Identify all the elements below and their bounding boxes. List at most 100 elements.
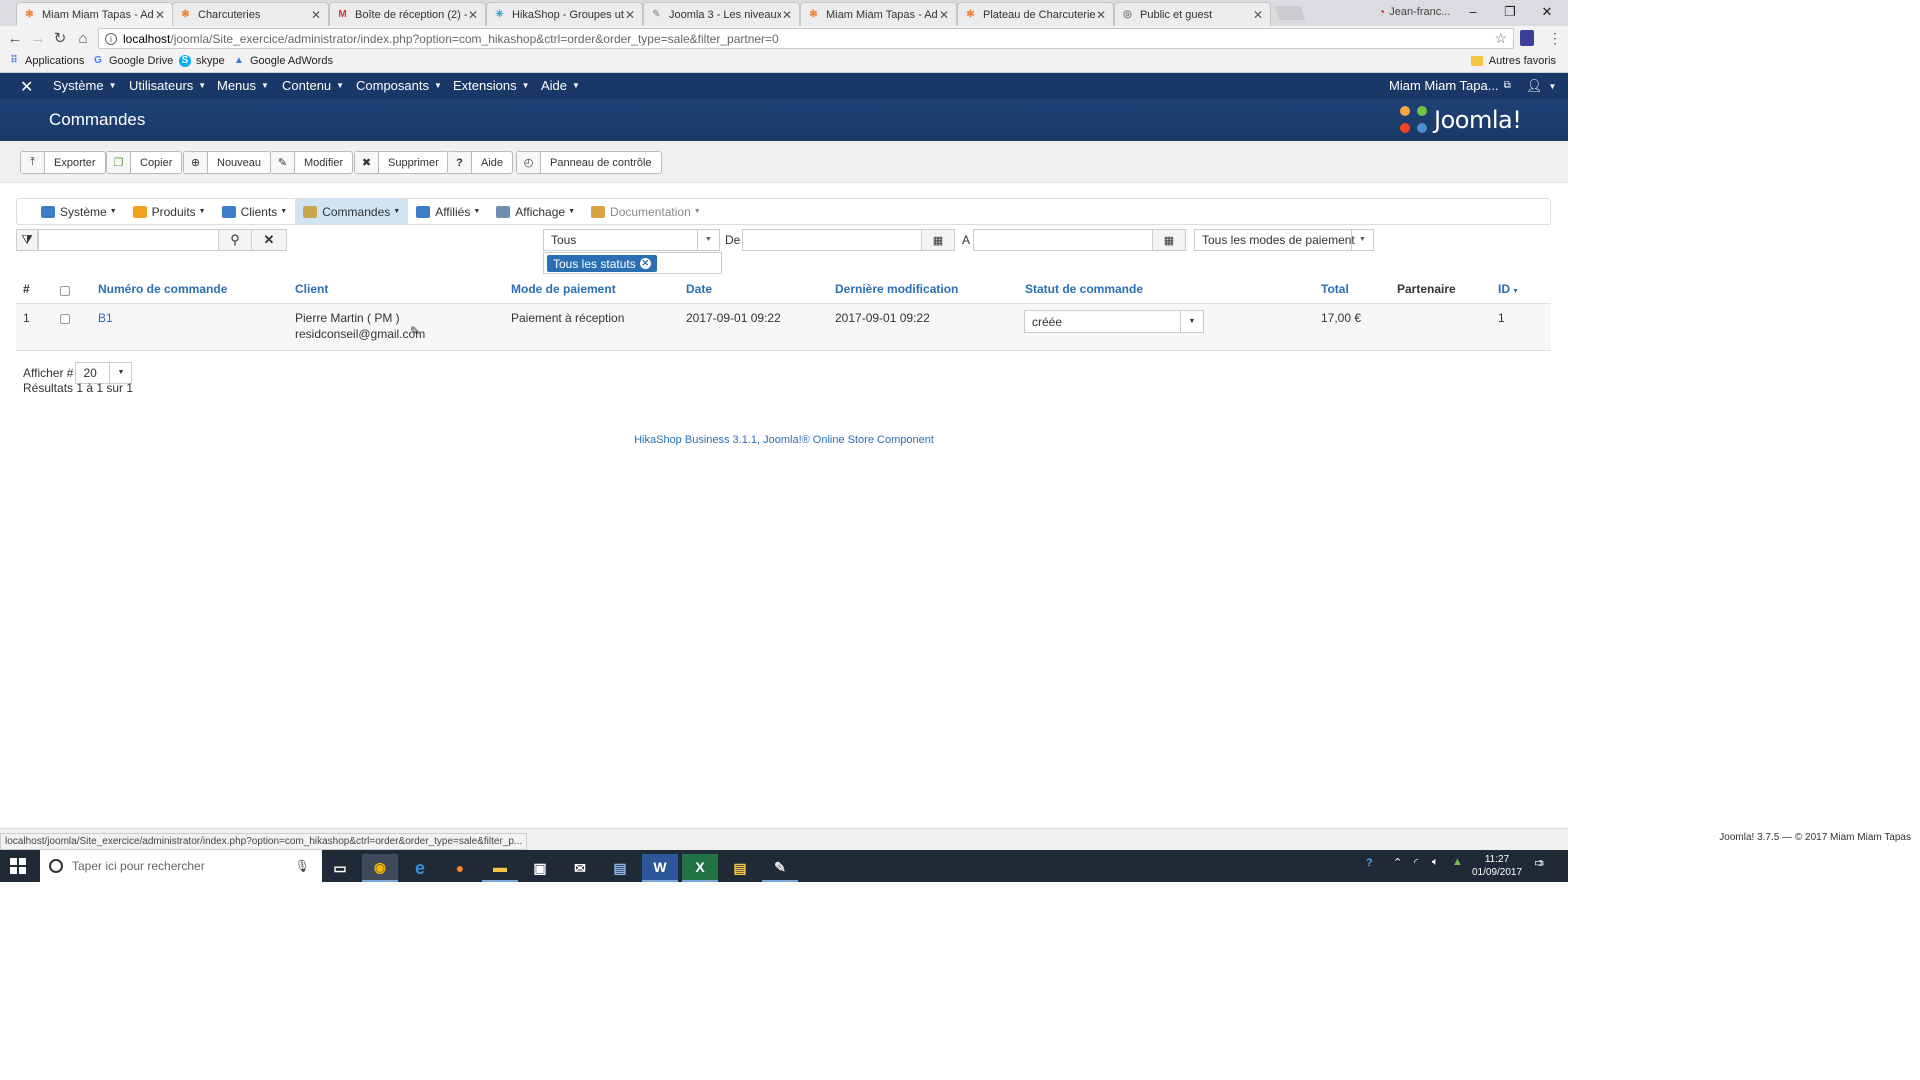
close-tab-icon[interactable]: ✕: [781, 8, 793, 22]
close-tab-icon[interactable]: ✕: [624, 8, 636, 22]
new-tab-button[interactable]: [1274, 6, 1306, 20]
bookmark-skype[interactable]: S skype: [179, 55, 225, 67]
hika-menu-affichage[interactable]: Affichage ▼: [488, 199, 583, 224]
hika-menu-clients[interactable]: Clients ▼: [214, 199, 296, 224]
close-tab-icon[interactable]: ✕: [938, 8, 950, 22]
info-icon[interactable]: i: [105, 32, 117, 45]
calendar-from-button[interactable]: ▦: [921, 229, 955, 251]
order-status-select[interactable]: créée ▼: [1024, 310, 1204, 333]
status-multiselect[interactable]: Tous les statuts ✕: [543, 252, 722, 274]
browser-tab[interactable]: ✳ HikaShop - Groupes utilisateurs ✕: [486, 2, 643, 26]
export-button[interactable]: ⤒ Exporter: [20, 151, 106, 174]
col-header-client[interactable]: Client: [295, 282, 328, 296]
menu-aide[interactable]: Aide ▼: [541, 78, 580, 93]
bookmark-google-drive[interactable]: G Google Drive: [92, 55, 173, 67]
browser-tab[interactable]: M Boîte de réception (2) - jf ✕: [329, 2, 486, 26]
microphone-icon[interactable]: 🎙︎: [295, 859, 310, 873]
hika-menu-documentation[interactable]: Documentation ▼: [583, 199, 709, 224]
word-icon[interactable]: W: [642, 854, 678, 882]
store-icon[interactable]: ▣: [522, 854, 558, 882]
remove-chip-icon[interactable]: ✕: [639, 258, 651, 269]
other-bookmarks[interactable]: Autres favoris: [1470, 55, 1556, 67]
col-header-modified[interactable]: Dernière modification: [835, 282, 958, 296]
forward-icon[interactable]: →: [29, 30, 47, 48]
edit-button[interactable]: ✎ Modifier: [270, 151, 354, 174]
address-bar[interactable]: i localhost/joomla/Site_exercice/adminis…: [98, 28, 1514, 49]
mail-icon[interactable]: ✉: [562, 854, 598, 882]
taskbar-clock[interactable]: 11:27 01/09/2017: [1472, 853, 1522, 879]
network-icon[interactable]: ◜: [1414, 856, 1418, 869]
col-header-order-number[interactable]: Numéro de commande: [98, 282, 227, 296]
windows-start-icon[interactable]: [10, 858, 26, 874]
filter-icon[interactable]: ⧩: [16, 229, 38, 251]
calendar-to-button[interactable]: ▦: [1152, 229, 1186, 251]
menu-extensions[interactable]: Extensions ▼: [453, 78, 530, 93]
browser-tab[interactable]: ✱ Miam Miam Tapas - Administration ✕: [800, 2, 957, 26]
hika-menu-commandes[interactable]: Commandes ▼: [295, 199, 409, 224]
period-select[interactable]: Tous ▼: [543, 229, 720, 251]
select-all-checkbox[interactable]: [60, 286, 70, 296]
help-button[interactable]: ? Aide: [447, 151, 514, 174]
task-view-icon[interactable]: ▭: [322, 854, 358, 882]
taskbar-search[interactable]: Taper ici pour rechercher 🎙︎: [40, 850, 322, 882]
close-tab-icon[interactable]: ✕: [467, 8, 479, 22]
row-checkbox[interactable]: [60, 314, 70, 324]
payment-method-select[interactable]: Tous les modes de paiement ▼: [1194, 229, 1374, 251]
browser-tab[interactable]: ✱ Charcuteries ✕: [172, 2, 329, 26]
search-input[interactable]: [38, 229, 219, 251]
volume-icon[interactable]: 🔈︎: [1432, 856, 1439, 869]
joomla-icon[interactable]: ✕: [20, 77, 33, 97]
notification-icon[interactable]: ▭3: [1534, 856, 1544, 869]
firefox-icon[interactable]: ●: [442, 854, 478, 882]
menu-composants[interactable]: Composants ▼: [356, 78, 442, 93]
browser-tab[interactable]: ✎ Joomla 3 - Les niveaux d'accès ✕: [643, 2, 800, 26]
excel-icon[interactable]: X: [682, 854, 718, 882]
file-manager-icon[interactable]: ▤: [722, 854, 758, 882]
bookmark-star-icon[interactable]: ☆: [1494, 30, 1507, 47]
status-chip[interactable]: Tous les statuts ✕: [547, 255, 657, 272]
hika-menu-affilies[interactable]: Affiliés ▼: [408, 199, 488, 224]
extension-icon[interactable]: [1520, 30, 1534, 46]
edit-client-icon[interactable]: ✎: [410, 324, 420, 338]
bookmark-applications[interactable]: ⠿ Applications: [8, 55, 84, 67]
drive-tray-icon[interactable]: ▲: [1452, 856, 1463, 868]
help-tray-icon[interactable]: ?: [1366, 857, 1373, 869]
browser-menu-icon[interactable]: ⋮: [1548, 30, 1562, 47]
col-header-status[interactable]: Statut de commande: [1025, 282, 1143, 296]
date-to-input[interactable]: [973, 229, 1153, 251]
menu-contenu[interactable]: Contenu ▼: [282, 78, 344, 93]
user-menu[interactable]: 👤︎ ▼: [1526, 78, 1556, 94]
close-tab-icon[interactable]: ✕: [154, 8, 166, 22]
tray-chevron-icon[interactable]: ⌃: [1393, 856, 1402, 869]
menu-utilisateurs[interactable]: Utilisateurs ▼: [129, 78, 206, 93]
col-header-id[interactable]: ID ▼: [1498, 282, 1519, 296]
copy-button[interactable]: ❐ Copier: [106, 151, 183, 174]
back-icon[interactable]: ←: [6, 30, 24, 48]
browser-tab[interactable]: ✱ Miam Miam Tapas - Administration ✕: [16, 2, 173, 26]
dashboard-button[interactable]: ◴ Panneau de contrôle: [516, 151, 662, 174]
browser-tab[interactable]: ✱ Plateau de Charcuterie Sur ✕: [957, 2, 1114, 26]
close-tab-icon[interactable]: ✕: [1095, 8, 1107, 22]
col-header-total[interactable]: Total: [1321, 282, 1349, 296]
close-tab-icon[interactable]: ✕: [1252, 8, 1264, 22]
app-icon[interactable]: ▤: [602, 854, 638, 882]
close-tab-icon[interactable]: ✕: [310, 8, 322, 22]
delete-button[interactable]: ✖ Supprimer: [354, 151, 449, 174]
col-header-payment[interactable]: Mode de paiement: [511, 282, 616, 296]
search-button[interactable]: ⚲: [218, 229, 252, 251]
date-from-input[interactable]: [742, 229, 922, 251]
close-window-button[interactable]: ✕: [1524, 0, 1570, 26]
site-link[interactable]: Miam Miam Tapa... ⧉: [1389, 78, 1511, 93]
paint-icon[interactable]: ✎: [762, 854, 798, 882]
file-explorer-icon[interactable]: ▬: [482, 854, 518, 882]
browser-tab[interactable]: ◎ Public et guest ✕: [1114, 2, 1271, 26]
hikashop-footer-link[interactable]: HikaShop Business 3.1.1, Joomla!® Online…: [0, 434, 1568, 446]
col-header-date[interactable]: Date: [686, 282, 712, 296]
chrome-icon[interactable]: ◉: [362, 854, 398, 882]
edge-icon[interactable]: e: [402, 854, 438, 882]
reload-icon[interactable]: ↻: [51, 30, 69, 48]
menu-menus[interactable]: Menus ▼: [217, 78, 269, 93]
browser-profile[interactable]: ◔ Jean-franc...: [1378, 5, 1450, 19]
new-button[interactable]: ⊕ Nouveau: [183, 151, 272, 174]
menu-systeme[interactable]: Système ▼: [53, 78, 117, 93]
